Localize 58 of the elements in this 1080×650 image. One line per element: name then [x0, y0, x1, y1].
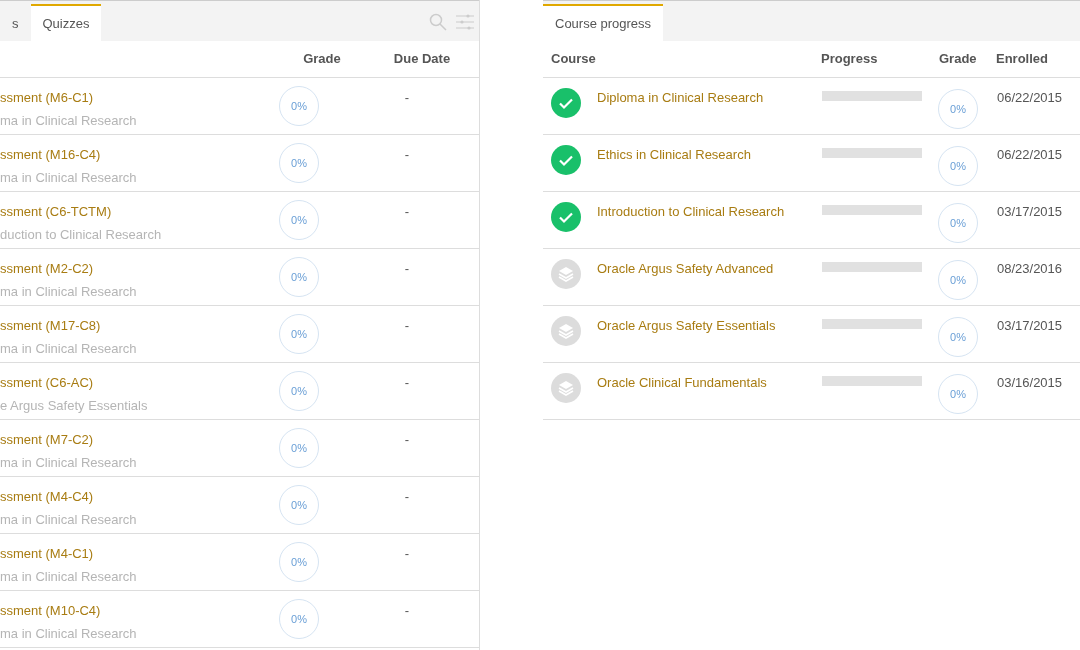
column-header: Grade	[939, 50, 978, 69]
checkmark-icon	[551, 145, 581, 175]
checkmark-icon	[551, 88, 581, 118]
quiz-title-link[interactable]: ssment (M4-C1)	[0, 544, 279, 564]
quiz-title-link[interactable]: ssment (C6-TCTM)	[0, 202, 279, 222]
course-name: ma in Clinical Research	[0, 567, 138, 586]
quiz-title-link[interactable]: ssment (M2-C2)	[0, 259, 279, 279]
checkmark-icon	[551, 202, 581, 232]
course-name: ma in Clinical Research	[0, 282, 138, 301]
layers-icon	[551, 316, 581, 346]
column-header: Due Date	[392, 50, 452, 69]
column-header: Enrolled	[996, 50, 1048, 69]
course-name: ma in Clinical Research	[0, 510, 138, 529]
course-name: e Argus Safety Essentials	[0, 396, 149, 415]
course-title-link[interactable]: Diploma in Clinical Research	[597, 90, 764, 105]
layers-icon	[551, 259, 581, 289]
course-name: ma in Clinical Research	[0, 168, 138, 187]
column-header: Course	[551, 50, 597, 69]
due-date: -	[404, 432, 410, 447]
search-icon[interactable]	[429, 13, 447, 31]
enrolled-date: 03/17/2015	[997, 203, 1063, 221]
enrolled-date: 06/22/2015	[997, 89, 1063, 107]
tab[interactable]: Quizzes	[30, 4, 102, 41]
due-date: -	[404, 489, 410, 504]
quiz-title-link[interactable]: ssment (M6-C1)	[0, 88, 279, 108]
enrolled-date: 06/22/2015	[997, 146, 1063, 164]
quiz-title-link[interactable]: ssment (M17-C8)	[0, 316, 279, 336]
quiz-title-link[interactable]: ssment (M7-C2)	[0, 430, 279, 450]
due-date: -	[404, 546, 410, 561]
column-header: Progress	[821, 50, 879, 69]
course-name: ma in Clinical Research	[0, 624, 138, 643]
course-title-link[interactable]: Oracle Argus Safety Advanced	[597, 261, 774, 276]
quiz-title-link[interactable]: ssment (C6-AC)	[0, 373, 279, 393]
course-name: ma in Clinical Research	[0, 339, 138, 358]
quiz-title-link[interactable]: ssment (M10-C4)	[0, 601, 279, 621]
course-title-link[interactable]: Introduction to Clinical Research	[597, 204, 785, 219]
enrolled-date: 03/17/2015	[997, 317, 1063, 335]
course-name: ma in Clinical Research	[0, 453, 138, 472]
quiz-title-link[interactable]: ssment (M16-C4)	[0, 145, 279, 165]
due-date: -	[404, 261, 410, 276]
due-date: -	[404, 90, 410, 105]
filter-sliders-icon[interactable]	[455, 13, 475, 31]
enrolled-date: 03/16/2015	[997, 374, 1063, 392]
quiz-title-link[interactable]: ssment (M4-C4)	[0, 487, 279, 507]
course-name: ma in Clinical Research	[0, 111, 138, 130]
course-title-link[interactable]: Oracle Clinical Fundamentals	[597, 375, 767, 390]
course-name: duction to Clinical Research	[0, 225, 163, 244]
tab[interactable]: Course progress	[543, 4, 664, 41]
column-header: Grade	[302, 50, 342, 69]
due-date: -	[404, 147, 410, 162]
course-title-link[interactable]: Ethics in Clinical Research	[597, 147, 751, 162]
due-date: -	[404, 603, 410, 618]
layers-icon	[551, 373, 581, 403]
due-date: -	[404, 318, 410, 333]
due-date: -	[404, 204, 410, 219]
enrolled-date: 08/23/2016	[997, 260, 1063, 278]
course-title-link[interactable]: Oracle Argus Safety Essentials	[597, 318, 776, 333]
due-date: -	[404, 375, 410, 390]
